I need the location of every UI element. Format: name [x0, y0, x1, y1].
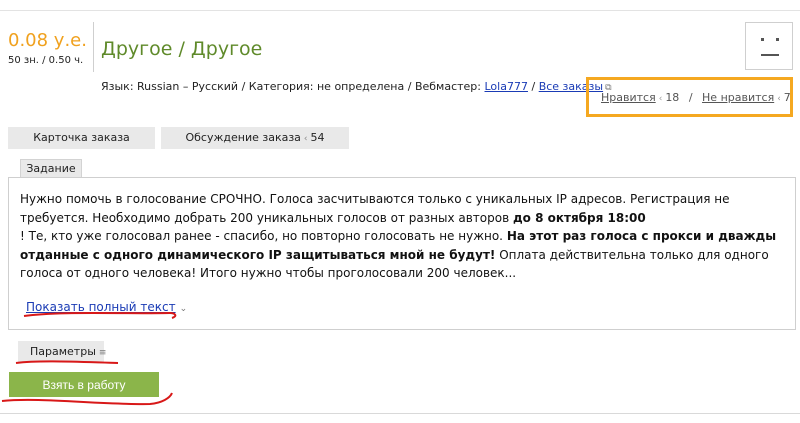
language-value: Russian – Русский — [137, 80, 239, 93]
parameters-label: Параметры — [30, 345, 96, 358]
take-order-button[interactable]: Взять в работу — [9, 372, 159, 397]
tab-label: Обсуждение заказа — [185, 131, 301, 144]
meta-separator: / — [531, 80, 536, 93]
task-text: ! Те, кто уже голосовал ранее - спасибо,… — [20, 229, 507, 243]
avatar-eye-icon — [776, 38, 779, 41]
dislike-count: 7 — [783, 91, 791, 104]
order-meta: Язык: Russian – Русский / Категория: не … — [101, 80, 612, 93]
bottom-divider — [0, 413, 800, 414]
discussion-count: 54 — [310, 131, 325, 144]
meta-separator: / — [407, 80, 412, 93]
category-value: не определена — [316, 80, 405, 93]
task-section-label: Задание — [20, 159, 82, 177]
like-count: 18 — [665, 91, 680, 104]
tab-label: Карточка заказа — [33, 131, 130, 144]
arrow-left-icon: ‹ — [303, 134, 308, 144]
webmaster-link[interactable]: Lola777 — [485, 80, 528, 93]
chevron-down-icon: ⌄ — [179, 304, 188, 314]
show-full-text-link[interactable]: Показать полный текст — [26, 300, 176, 314]
menu-icon: ≡ — [98, 348, 107, 358]
meta-separator: / — [241, 80, 246, 93]
category-label: Категория: — [248, 80, 314, 93]
order-price-details: 50 зн. / 0.50 ч. — [8, 55, 84, 66]
task-description: Нужно помочь в голосование СРОЧНО. Голос… — [20, 190, 780, 283]
dislike-link[interactable]: Не нравится — [702, 91, 774, 104]
webmaster-label: Вебмастер: — [414, 80, 481, 93]
tab-order-card[interactable]: Карточка заказа — [8, 127, 155, 149]
top-divider — [0, 10, 800, 11]
vote-separator: / — [688, 91, 693, 104]
vote-box: Нравится ‹ 18 / Не нравится ‹ 7 — [586, 77, 793, 117]
order-title: Другое / Другое — [101, 38, 263, 60]
language-label: Язык: — [101, 80, 134, 93]
arrow-left-icon: ‹ — [777, 94, 781, 104]
arrow-left-icon: ‹ — [658, 94, 663, 104]
header-divider — [93, 22, 94, 72]
order-price: 0.08 у.е. — [8, 30, 87, 51]
parameters-button[interactable]: Параметры ≡ — [18, 341, 107, 362]
like-link[interactable]: Нравится — [601, 91, 656, 104]
show-full-text: Показать полный текст ⌄ — [26, 300, 187, 314]
task-deadline: до 8 октября 18:00 — [512, 210, 646, 225]
tab-order-discussion[interactable]: Обсуждение заказа ‹ 54 — [161, 127, 349, 149]
avatar[interactable] — [745, 22, 793, 70]
avatar-eye-icon — [761, 38, 764, 41]
avatar-mouth-icon — [761, 54, 779, 56]
